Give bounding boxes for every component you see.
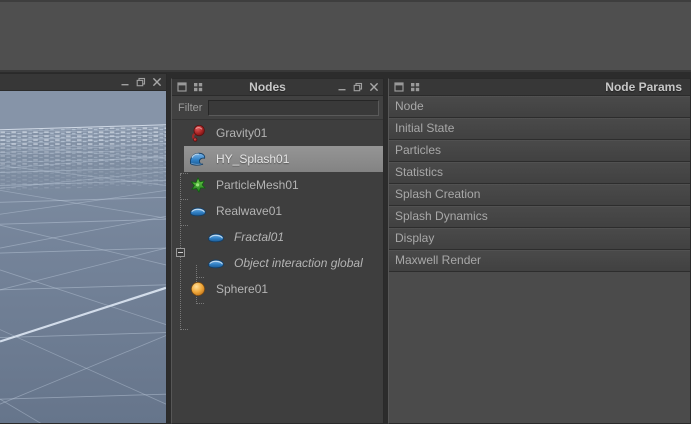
node-params-panel: Node Params Node Initial State Particles… [388, 78, 691, 424]
viewport-titlebar [0, 74, 166, 91]
tile-icon[interactable] [192, 82, 203, 93]
filter-input[interactable] [208, 99, 379, 116]
wave-icon [206, 227, 226, 247]
nodes-titlebar: Nodes [172, 79, 383, 96]
minimize-icon[interactable] [336, 82, 347, 93]
close-icon[interactable] [151, 77, 162, 88]
node-label: HY_Splash01 [216, 152, 290, 166]
top-toolbar-area [0, 0, 691, 72]
section-node[interactable]: Node [389, 96, 690, 118]
node-item-particlemesh01[interactable]: ParticleMesh01 [172, 172, 383, 198]
node-label: Realwave01 [216, 204, 283, 218]
minimize-icon[interactable] [119, 77, 130, 88]
section-display[interactable]: Display [389, 228, 690, 250]
node-item-gravity01[interactable]: Gravity01 [172, 120, 383, 146]
filter-label: Filter [178, 101, 203, 114]
tree-guide-line [196, 303, 204, 304]
wireframe-grid [0, 91, 166, 423]
section-maxwell-render[interactable]: Maxwell Render [389, 250, 690, 272]
tree-guide-line [180, 329, 188, 330]
node-label: Object interaction global [234, 256, 363, 270]
close-icon[interactable] [368, 82, 379, 93]
nodes-tree: Gravity01 HY_Splash01 ParticleMesh01 Rea… [172, 120, 383, 423]
nodes-panel: Nodes Filter Gravity01 HY_Splash01 Parti… [171, 78, 384, 424]
node-label: Gravity01 [216, 126, 268, 140]
wave-icon [188, 201, 208, 221]
splash-icon [188, 149, 208, 169]
dock-icon[interactable] [393, 82, 404, 93]
tile-icon[interactable] [409, 82, 420, 93]
node-item-object-interaction-global[interactable]: Object interaction global [172, 250, 383, 276]
wave-icon [206, 253, 226, 273]
gravity-icon [188, 123, 208, 143]
filter-row: Filter [172, 96, 383, 120]
node-label: ParticleMesh01 [216, 178, 299, 192]
node-item-realwave01[interactable]: Realwave01 [172, 198, 383, 224]
particle-mesh-icon [188, 175, 208, 195]
collapse-expander-icon[interactable] [176, 248, 185, 257]
section-statistics[interactable]: Statistics [389, 162, 690, 184]
float-icon[interactable] [352, 82, 363, 93]
node-item-hy-splash01[interactable]: HY_Splash01 [172, 146, 383, 172]
params-titlebar: Node Params [389, 79, 690, 96]
node-label: Sphere01 [216, 282, 269, 296]
node-item-sphere01[interactable]: Sphere01 [172, 276, 383, 302]
float-icon[interactable] [135, 77, 146, 88]
viewport-3d[interactable] [0, 91, 166, 423]
node-label: Fractal01 [234, 230, 285, 244]
nodes-panel-title: Nodes [249, 80, 286, 94]
sphere-icon [188, 279, 208, 299]
section-particles[interactable]: Particles [389, 140, 690, 162]
section-initial-state[interactable]: Initial State [389, 118, 690, 140]
params-panel-title: Node Params [605, 80, 682, 94]
section-splash-dynamics[interactable]: Splash Dynamics [389, 206, 690, 228]
viewport-panel [0, 73, 167, 424]
dock-icon[interactable] [176, 82, 187, 93]
section-splash-creation[interactable]: Splash Creation [389, 184, 690, 206]
node-item-fractal01[interactable]: Fractal01 [172, 224, 383, 250]
